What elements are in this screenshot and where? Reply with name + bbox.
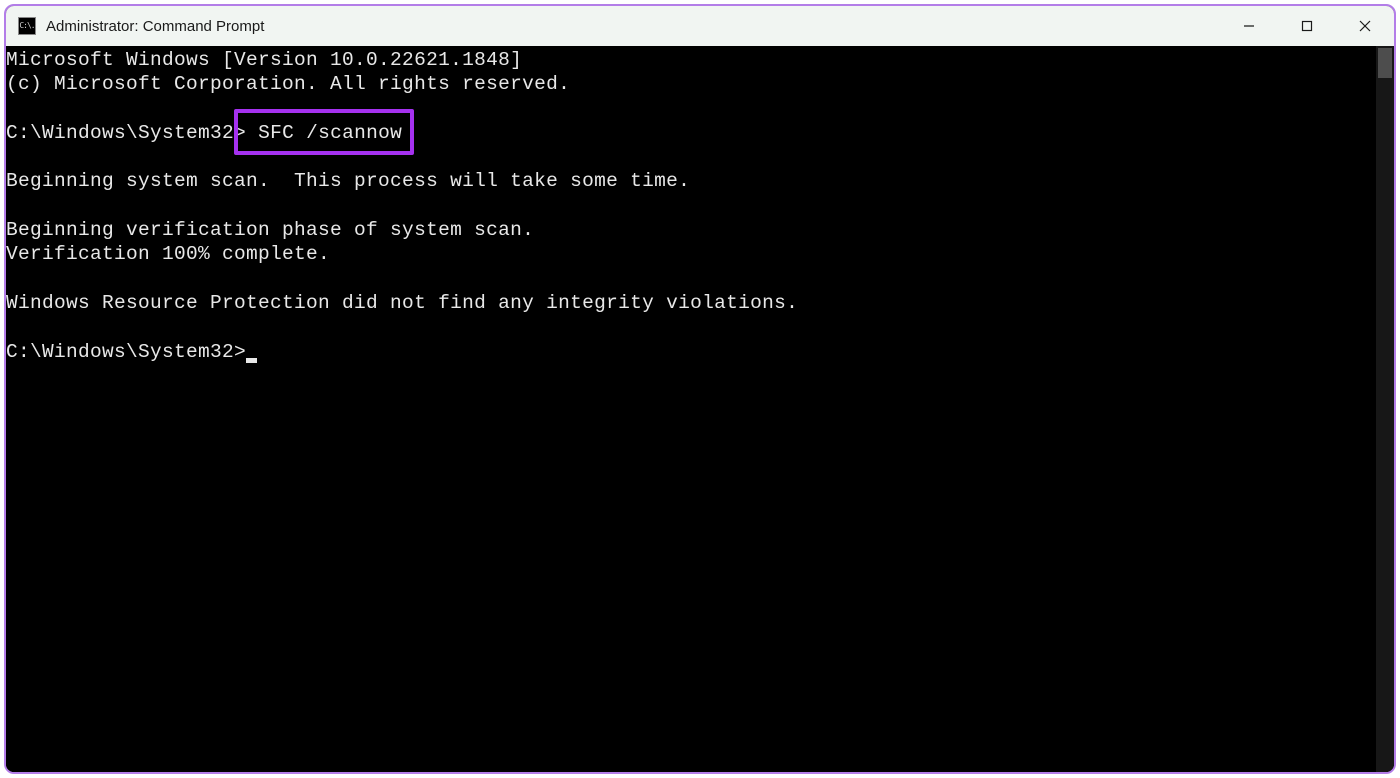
output-result: Windows Resource Protection did not find… (6, 291, 1376, 315)
cmd-icon: C:\. (18, 17, 36, 35)
prompt-trail (402, 122, 426, 144)
scrollbar-thumb[interactable] (1378, 48, 1392, 78)
blank-line (6, 145, 1376, 169)
command-prompt-window: C:\. Administrator: Command Prompt Micro… (4, 4, 1396, 774)
blank-line (6, 194, 1376, 218)
window-controls (1220, 6, 1394, 46)
prompt-path: C:\Windows\System32> (6, 122, 246, 144)
window-title: Administrator: Command Prompt (46, 18, 1220, 35)
cmd-icon-text: C:\. (19, 22, 34, 30)
blank-line (6, 97, 1376, 121)
minimize-button[interactable] (1220, 6, 1278, 46)
titlebar[interactable]: C:\. Administrator: Command Prompt (6, 6, 1394, 46)
prompt-line-2: C:\Windows\System32> (6, 340, 1376, 364)
minimize-icon (1243, 20, 1255, 32)
cursor (246, 358, 257, 363)
entered-command: SFC /scannow (258, 122, 402, 144)
maximize-icon (1301, 20, 1313, 32)
output-begin-scan: Beginning system scan. This process will… (6, 169, 1376, 193)
prompt-line-1: C:\Windows\System32> SFC /scannow (6, 121, 1376, 145)
terminal[interactable]: Microsoft Windows [Version 10.0.22621.18… (6, 46, 1376, 772)
blank-line (6, 267, 1376, 291)
prompt-space (246, 122, 258, 144)
output-verify-phase: Beginning verification phase of system s… (6, 218, 1376, 242)
terminal-wrapper: Microsoft Windows [Version 10.0.22621.18… (6, 46, 1394, 772)
prompt-path: C:\Windows\System32> (6, 341, 246, 363)
blank-line (6, 315, 1376, 339)
maximize-button[interactable] (1278, 6, 1336, 46)
close-button[interactable] (1336, 6, 1394, 46)
scrollbar[interactable] (1376, 46, 1394, 772)
output-verify-complete: Verification 100% complete. (6, 242, 1376, 266)
close-icon (1359, 20, 1371, 32)
output-copyright: (c) Microsoft Corporation. All rights re… (6, 72, 1376, 96)
output-version: Microsoft Windows [Version 10.0.22621.18… (6, 48, 1376, 72)
